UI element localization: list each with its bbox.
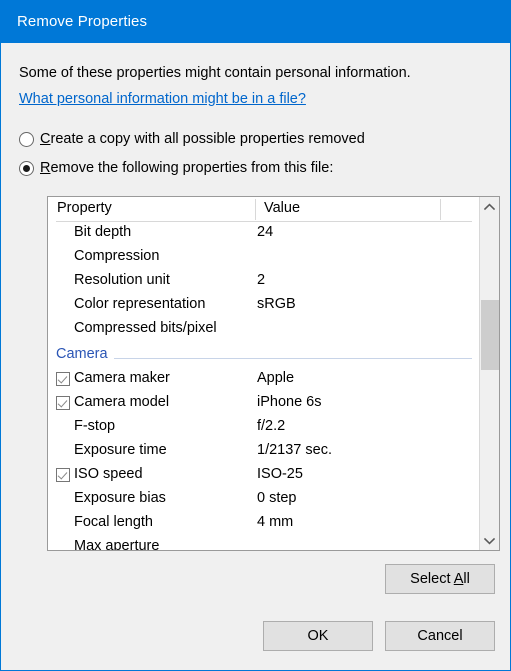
property-row[interactable]: Exposure time 1/2137 sec. xyxy=(48,440,480,464)
group-name: Camera xyxy=(56,346,114,362)
property-value: 4 mm xyxy=(257,514,294,530)
property-value: Apple xyxy=(257,370,295,386)
cancel-button[interactable]: Cancel xyxy=(385,621,495,651)
property-group-header: Camera xyxy=(48,342,480,368)
property-row[interactable]: Exposure bias 0 step xyxy=(48,488,480,512)
chevron-down-icon xyxy=(484,537,495,545)
column-divider[interactable] xyxy=(440,199,441,220)
remove-properties-dialog: Remove Properties Some of these properti… xyxy=(0,0,511,671)
property-value: f/2.2 xyxy=(257,418,286,434)
property-row[interactable]: F-stop f/2.2 xyxy=(48,416,480,440)
property-checkbox[interactable] xyxy=(56,468,70,482)
scroll-up-button[interactable] xyxy=(480,197,499,216)
property-row[interactable]: Compression xyxy=(48,246,480,270)
radio-remove-properties[interactable]: Remove the following properties from thi… xyxy=(19,157,333,179)
scrollbar-thumb[interactable] xyxy=(481,300,499,370)
property-list-header: Property Value xyxy=(48,197,480,222)
property-name: Exposure time xyxy=(74,442,167,458)
chevron-up-icon xyxy=(484,202,495,211)
property-name: Max aperture xyxy=(74,538,160,550)
property-name: Camera model xyxy=(74,394,170,410)
property-row[interactable]: Color representation sRGB xyxy=(48,294,480,318)
property-row[interactable]: Camera model iPhone 6s xyxy=(48,392,480,416)
property-rows: Bit depth 24 Compression Resolution unit 2 Co… xyxy=(48,222,480,550)
radio-create-copy[interactable]: Create a copy with all possible properti… xyxy=(19,128,365,150)
title-bar: Remove Properties xyxy=(1,1,510,43)
property-row[interactable]: Camera maker Apple xyxy=(48,368,480,392)
property-value: 24 xyxy=(257,224,274,240)
radio-indicator[interactable] xyxy=(19,131,34,147)
description-text: Some of these properties might contain p… xyxy=(19,65,411,81)
property-name: Compressed bits/pixel xyxy=(74,320,217,336)
property-value: ISO-25 xyxy=(257,466,303,482)
group-divider xyxy=(56,358,472,359)
property-row[interactable]: Compressed bits/pixel xyxy=(48,318,480,342)
property-list[interactable]: Property Value Bit depth 24 Compression Res… xyxy=(47,196,500,551)
column-divider[interactable] xyxy=(255,199,256,220)
property-list-viewport: Property Value Bit depth 24 Compression Res… xyxy=(48,197,480,550)
property-row[interactable]: Bit depth 24 xyxy=(48,222,480,246)
property-name: Color representation xyxy=(74,296,206,312)
property-row[interactable]: ISO speed ISO-25 xyxy=(48,464,480,488)
radio-indicator[interactable] xyxy=(19,160,34,176)
select-all-label: Select All xyxy=(410,571,470,587)
property-name: Focal length xyxy=(74,514,153,530)
property-name: Camera maker xyxy=(74,370,170,386)
property-row[interactable]: Max aperture xyxy=(48,536,480,550)
property-checkbox[interactable] xyxy=(56,396,70,410)
property-value: 0 step xyxy=(257,490,297,506)
property-row[interactable]: Focal length 4 mm xyxy=(48,512,480,536)
property-name: Resolution unit xyxy=(74,272,170,288)
radio-remove-properties-label: Remove the following properties from thi… xyxy=(40,160,334,176)
property-row[interactable]: Resolution unit 2 xyxy=(48,270,480,294)
property-value: sRGB xyxy=(257,296,296,312)
property-name: Compression xyxy=(74,248,160,264)
select-all-button[interactable]: Select All xyxy=(385,564,495,594)
property-list-scrollbar[interactable] xyxy=(479,197,499,550)
dialog-body: Some of these properties might contain p… xyxy=(2,43,510,670)
window-title: Remove Properties xyxy=(17,13,148,30)
ok-button[interactable]: OK xyxy=(263,621,373,651)
property-value: 1/2137 sec. xyxy=(257,442,332,458)
scroll-down-button[interactable] xyxy=(480,531,499,550)
property-checkbox[interactable] xyxy=(56,372,70,386)
radio-create-copy-label: Create a copy with all possible properti… xyxy=(40,131,365,147)
property-name: Exposure bias xyxy=(74,490,166,506)
property-name: Bit depth xyxy=(74,224,132,240)
property-value: 2 xyxy=(257,272,266,288)
personal-information-help-link[interactable]: What personal information might be in a … xyxy=(19,91,306,107)
property-name: ISO speed xyxy=(74,466,143,482)
property-name: F-stop xyxy=(74,418,116,434)
column-header-value[interactable]: Value xyxy=(264,200,300,216)
property-value: iPhone 6s xyxy=(257,394,322,410)
column-header-property[interactable]: Property xyxy=(57,200,112,216)
